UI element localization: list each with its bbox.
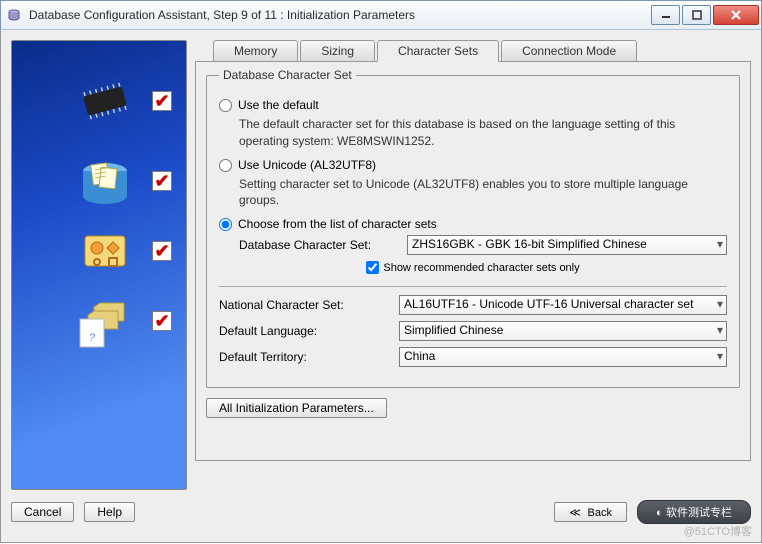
radio-choose-list-label: Choose from the list of character sets xyxy=(238,217,437,231)
show-recommended-checkbox[interactable] xyxy=(366,261,379,274)
db-charset-value: ZHS16GBK - GBK 16-bit Simplified Chinese xyxy=(407,235,727,255)
show-recommended-label: Show recommended character sets only xyxy=(383,262,579,274)
all-init-params-button[interactable]: All Initialization Parameters... xyxy=(206,398,387,418)
app-icon xyxy=(7,7,23,23)
db-charset-label: Database Character Set: xyxy=(239,238,399,252)
default-territory-value: China xyxy=(399,347,727,367)
cancel-button[interactable]: Cancel xyxy=(11,502,74,522)
chip-icon xyxy=(70,66,140,136)
divider xyxy=(219,286,727,287)
national-charset-value: AL16UTF16 - Unicode UTF-16 Universal cha… xyxy=(399,295,727,315)
help-button[interactable]: Help xyxy=(84,502,135,522)
default-language-select[interactable]: Simplified Chinese xyxy=(399,321,727,341)
tools-icon xyxy=(70,216,140,286)
next-button[interactable]: ◐ 软件测试专栏 xyxy=(637,500,751,524)
sidebar-step-4: ? ✔ xyxy=(12,281,186,361)
wizard-sidebar: ✔ ✔ ✔ ? ✔ xyxy=(11,40,187,490)
default-language-value: Simplified Chinese xyxy=(399,321,727,341)
svg-text:?: ? xyxy=(89,332,96,344)
chevron-left-icon: ≪ xyxy=(569,507,581,519)
close-button[interactable] xyxy=(713,5,759,25)
charset-legend: Database Character Set xyxy=(219,68,356,82)
folders-question-icon: ? xyxy=(70,286,140,356)
radio-use-default[interactable] xyxy=(219,99,232,112)
tab-connection-mode[interactable]: Connection Mode xyxy=(501,40,637,62)
default-language-label: Default Language: xyxy=(219,324,399,338)
tab-memory[interactable]: Memory xyxy=(213,40,298,62)
main-panel: Memory Sizing Character Sets Connection … xyxy=(195,40,751,490)
radio-choose-list[interactable] xyxy=(219,218,232,231)
default-territory-select[interactable]: China xyxy=(399,347,727,367)
use-unicode-desc: Setting character set to Unicode (AL32UT… xyxy=(239,176,727,210)
maximize-button[interactable] xyxy=(682,5,711,25)
default-territory-label: Default Territory: xyxy=(219,350,399,364)
check-icon: ✔ xyxy=(152,241,172,261)
national-charset-select[interactable]: AL16UTF16 - Unicode UTF-16 Universal cha… xyxy=(399,295,727,315)
minimize-button[interactable] xyxy=(651,5,680,25)
radio-use-default-label: Use the default xyxy=(238,98,319,112)
database-files-icon xyxy=(70,146,140,216)
back-button[interactable]: ≪ Back xyxy=(554,502,627,522)
check-icon: ✔ xyxy=(152,91,172,111)
wechat-icon: ◐ xyxy=(656,507,663,519)
title-bar: Database Configuration Assistant, Step 9… xyxy=(0,0,762,30)
window-title: Database Configuration Assistant, Step 9… xyxy=(29,8,649,22)
tab-sizing[interactable]: Sizing xyxy=(300,40,375,62)
use-default-desc: The default character set for this datab… xyxy=(239,116,727,150)
check-icon: ✔ xyxy=(152,171,172,191)
tab-character-sets[interactable]: Character Sets xyxy=(377,40,499,62)
sidebar-step-1: ✔ xyxy=(12,61,186,141)
radio-use-unicode[interactable] xyxy=(219,159,232,172)
sidebar-step-2: ✔ xyxy=(12,141,186,221)
check-icon: ✔ xyxy=(152,311,172,331)
wizard-button-bar: Cancel Help ≪ Back ◐ 软件测试专栏 xyxy=(11,500,751,524)
db-charset-select[interactable]: ZHS16GBK - GBK 16-bit Simplified Chinese xyxy=(407,235,727,255)
national-charset-label: National Character Set: xyxy=(219,298,399,312)
charset-fieldset: Database Character Set Use the default T… xyxy=(206,68,740,388)
watermark: @51CTO博客 xyxy=(684,523,752,539)
radio-use-unicode-label: Use Unicode (AL32UTF8) xyxy=(238,158,376,172)
sidebar-step-3: ✔ xyxy=(12,221,186,281)
